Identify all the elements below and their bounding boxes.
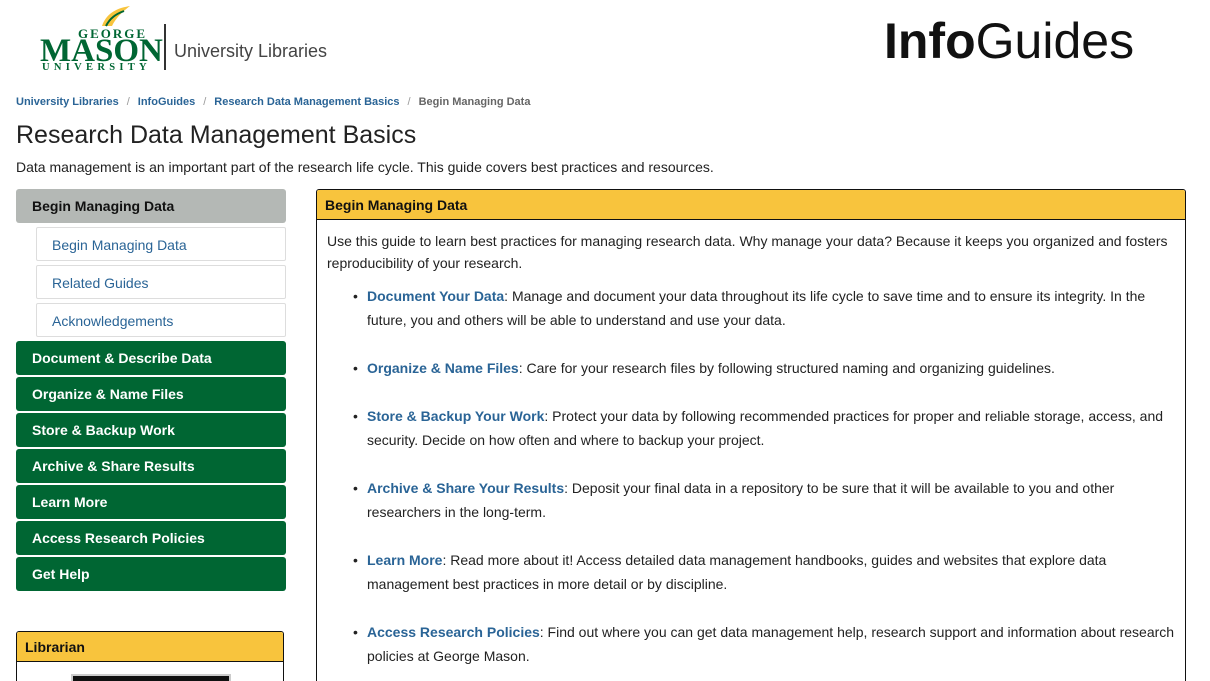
subnav-item-related-guides[interactable]: Related Guides [36,265,286,299]
breadcrumb-infoguides[interactable]: InfoGuides [138,96,195,108]
gmu-logo[interactable]: GEORGE MASON UNIVERSITY [38,4,163,76]
breadcrumb-current: Begin Managing Data [418,96,531,108]
link-learn-more[interactable]: Learn More [367,552,442,568]
logo-university-text: UNIVERSITY [42,62,151,73]
main-box-title: Begin Managing Data [317,190,1185,220]
nav-item-learn-more[interactable]: Learn More [16,485,286,519]
link-store-backup-your-work[interactable]: Store & Backup Your Work [367,408,544,424]
site-title-bold: Info [884,13,976,69]
link-archive-share-your-results[interactable]: Archive & Share Your Results [367,480,564,496]
page-title: Research Data Management Basics [16,121,417,149]
list-item: Organize & Name Files: Care for your res… [353,356,1179,380]
breadcrumb-separator: / [126,96,130,108]
nav-item-archive-share-results[interactable]: Archive & Share Results [16,449,286,483]
breadcrumb-university-libraries[interactable]: University Libraries [16,96,119,108]
breadcrumb: University Libraries / InfoGuides / Research… [16,96,530,108]
breadcrumb-separator: / [407,96,411,108]
subnav-item-begin-managing-data[interactable]: Begin Managing Data [36,227,286,261]
list-item: Archive & Share Your Results: Deposit yo… [353,476,1179,524]
nav-item-begin-managing-data[interactable]: Begin Managing Data [16,189,286,223]
librarian-photo [71,674,231,681]
breadcrumb-rdm-basics[interactable]: Research Data Management Basics [214,96,399,108]
site-header: GEORGE MASON UNIVERSITY University Libra… [0,0,1210,88]
topic-list: Document Your Data: Manage and document … [353,284,1179,681]
link-access-research-policies[interactable]: Access Research Policies [367,624,540,640]
librarian-box: Librarian [16,631,284,681]
list-item: Document Your Data: Manage and document … [353,284,1179,332]
nav-item-get-help[interactable]: Get Help [16,557,286,591]
logo-divider [164,24,166,70]
nav-item-access-research-policies[interactable]: Access Research Policies [16,521,286,555]
list-item: Learn More: Read more about it! Access d… [353,548,1179,596]
side-navigation: Begin Managing Data Begin Managing Data … [16,189,286,591]
link-document-your-data[interactable]: Document Your Data [367,288,504,304]
link-organize-name-files[interactable]: Organize & Name Files [367,360,519,376]
site-title-rest: Guides [975,13,1135,69]
subnav-item-acknowledgements[interactable]: Acknowledgements [36,303,286,337]
librarian-box-title: Librarian [17,632,283,662]
site-title[interactable]: InfoGuides [884,12,1134,70]
list-item-text: : Read more about it! Access detailed da… [367,552,1107,592]
main-intro-text: Use this guide to learn best practices f… [327,233,1168,271]
leaf-icon [102,6,130,27]
breadcrumb-separator: / [203,96,207,108]
list-item: Access Research Policies: Find out where… [353,620,1179,668]
page-description: Data management is an important part of … [16,159,714,175]
list-item-text: : Care for your research files by follow… [518,360,1055,376]
list-item: Store & Backup Your Work: Protect your d… [353,404,1179,452]
main-content-box: Begin Managing Data Use this guide to le… [316,189,1186,681]
nav-item-document-describe-data[interactable]: Document & Describe Data [16,341,286,375]
nav-item-store-backup-work[interactable]: Store & Backup Work [16,413,286,447]
library-name[interactable]: University Libraries [174,41,327,62]
nav-item-organize-name-files[interactable]: Organize & Name Files [16,377,286,411]
